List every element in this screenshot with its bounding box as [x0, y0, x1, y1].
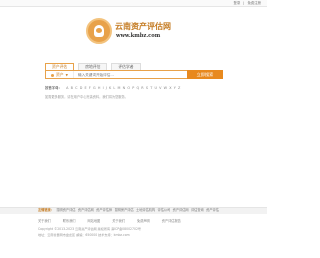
friend-links: 友情链接： 昆明资产评估 资产评估网 资产评估师 昆明房产评估 土地评估机构 评估公司 资产…	[38, 207, 219, 214]
alphabet-letter-g[interactable]: G	[93, 86, 96, 91]
tab-asset-appraisal[interactable]: 资产评估	[45, 63, 75, 70]
alphabet-letter-m[interactable]: M	[117, 86, 120, 91]
friend-link[interactable]: 评估查询	[191, 207, 204, 214]
alphabet-letter-p[interactable]: P	[132, 86, 134, 91]
friend-link[interactable]: 资产评估	[206, 207, 219, 214]
search-bar: 资产▼ 立即搜索	[45, 70, 223, 79]
tab-appraisal-scholars[interactable]: 评估学者	[111, 63, 141, 70]
alphabet-filter-label: 按首字母：	[45, 86, 62, 90]
alphabet-letter-f[interactable]: F	[89, 86, 91, 91]
footer-nav: 关于我们 联系我们 网站地图 关于我们 免费声明 资产评估报告	[38, 219, 181, 224]
search-tabs: 资产评估 房地评估 评估学者	[45, 63, 141, 70]
friend-link[interactable]: 资产评估网	[173, 207, 189, 214]
top-bar: 登录 | 免费注册	[0, 0, 267, 7]
friend-link[interactable]: 评估公司	[158, 207, 171, 214]
login-link[interactable]: 登录	[234, 0, 241, 6]
tab-real-estate-appraisal[interactable]: 房地评估	[78, 63, 108, 70]
site-url: www.kmbz.com	[116, 33, 161, 39]
alphabet-letter-x[interactable]: X	[169, 86, 171, 91]
friend-link[interactable]: 昆明资产评估	[56, 207, 75, 214]
search-category-select[interactable]: 资产 ▼	[46, 71, 74, 78]
friend-link[interactable]: 资产评估师	[96, 207, 112, 214]
service-hint: 如需更多服务，请在用户中心完善资料，我们将为您服务。	[45, 95, 128, 99]
alphabet-letter-j[interactable]: J	[106, 86, 107, 91]
alphabet-letter-v[interactable]: V	[159, 86, 161, 91]
footer-nav-link[interactable]: 关于我们	[112, 219, 125, 224]
register-link[interactable]: 免费注册	[247, 0, 261, 6]
search-button[interactable]: 立即搜索	[187, 70, 223, 79]
alphabet-letter-n[interactable]: N	[123, 86, 126, 91]
site-logo[interactable]: 云南资产评估网 www.kmbz.com	[86, 18, 181, 46]
alphabet-letter-u[interactable]: U	[154, 86, 156, 91]
alphabet-letter-i[interactable]: I	[103, 86, 104, 91]
alphabet-letter-a[interactable]: A	[66, 86, 68, 91]
friend-link[interactable]: 土地评估机构	[136, 207, 155, 214]
alphabet-letter-o[interactable]: O	[127, 86, 130, 91]
alphabet-letter-l[interactable]: L	[113, 86, 115, 91]
footer-nav-link[interactable]: 网站地图	[88, 219, 101, 224]
copyright-line: Copyright ©2013-2023 云南资产评估网 版权所有 滇ICP备0…	[38, 227, 142, 231]
footer-nav-link[interactable]: 资产评估报告	[162, 219, 181, 224]
alphabet-letter-b[interactable]: B	[71, 86, 73, 91]
footer-nav-link[interactable]: 免费声明	[137, 219, 150, 224]
alphabet-letter-d[interactable]: D	[80, 86, 83, 91]
alphabet-letter-k[interactable]: K	[109, 86, 111, 91]
alphabet-letter-r[interactable]: R	[141, 86, 143, 91]
alphabet-letter-t[interactable]: T	[150, 86, 152, 91]
chevron-down-icon: ▼	[65, 73, 68, 77]
alphabet-letter-z[interactable]: Z	[178, 86, 180, 91]
site-title: 云南资产评估网	[115, 21, 171, 31]
alphabet-letter-h[interactable]: H	[98, 86, 101, 91]
friend-link[interactable]: 资产评估网	[78, 207, 94, 214]
alphabet-letter-s[interactable]: S	[146, 86, 148, 91]
search-category-label: 资产	[56, 72, 64, 77]
top-link-separator: |	[243, 1, 245, 5]
alphabet-filter: 按首字母： ABCDEFGHIJKLMNOPQRSTUVWXYZ	[45, 86, 180, 91]
alphabet-letter-y[interactable]: Y	[174, 86, 176, 91]
footer-nav-link[interactable]: 关于我们	[38, 219, 51, 224]
logo-emblem-icon	[86, 18, 112, 44]
alphabet-letter-q[interactable]: Q	[136, 86, 139, 91]
alphabet-letter-c[interactable]: C	[75, 86, 77, 91]
address-line: 地址：云南省昆明市盘龙区 邮编：650000 技术支持：kmbz.com	[38, 233, 130, 237]
friend-links-title: 友情链接：	[38, 208, 54, 212]
footer-nav-link[interactable]: 联系我们	[63, 219, 76, 224]
category-dot-icon	[51, 73, 54, 77]
alphabet-letter-e[interactable]: E	[85, 86, 87, 91]
alphabet-letter-w[interactable]: W	[164, 86, 167, 91]
friend-link[interactable]: 昆明房产评估	[115, 207, 134, 214]
top-links: 登录 | 免费注册	[234, 0, 262, 6]
search-input[interactable]	[78, 71, 186, 78]
